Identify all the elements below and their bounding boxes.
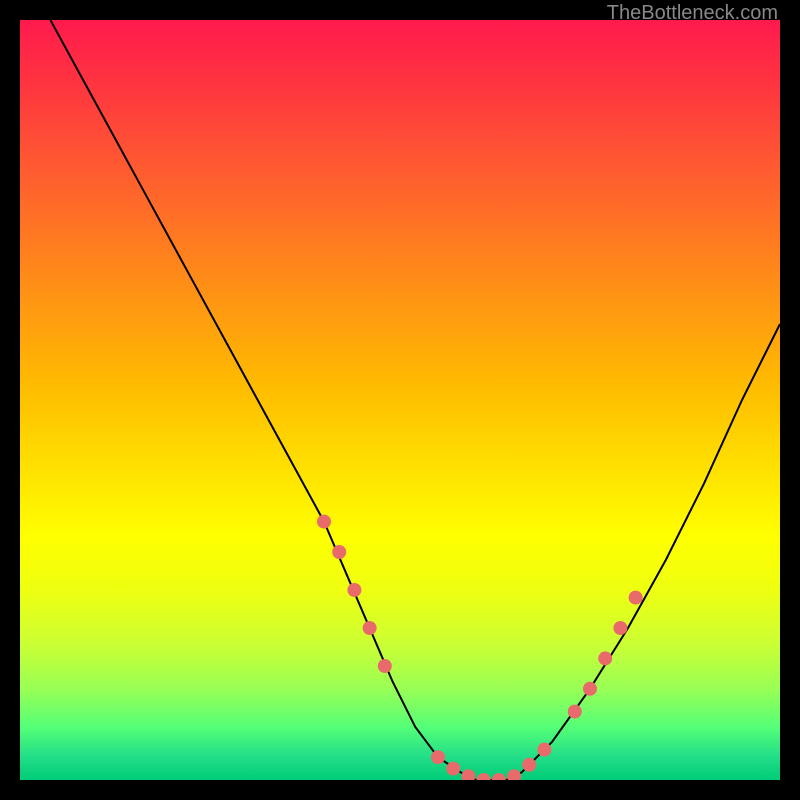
highlight-dot <box>317 515 331 529</box>
watermark-text: TheBottleneck.com <box>607 2 778 25</box>
highlight-dot <box>477 773 491 780</box>
highlight-dot <box>446 762 460 776</box>
highlight-dots <box>317 515 643 780</box>
highlight-dot <box>363 621 377 635</box>
highlight-dot <box>347 583 361 597</box>
highlight-dot <box>583 682 597 696</box>
highlight-dot <box>461 769 475 780</box>
highlight-dot <box>332 545 346 559</box>
highlight-dot <box>568 705 582 719</box>
highlight-dot <box>629 591 643 605</box>
highlight-dot <box>598 651 612 665</box>
highlight-dot <box>378 659 392 673</box>
highlight-dot <box>537 743 551 757</box>
bottleneck-curve <box>50 20 780 780</box>
highlight-dot <box>431 750 445 764</box>
highlight-dot <box>522 758 536 772</box>
highlight-dot <box>507 769 521 780</box>
highlight-dot <box>613 621 627 635</box>
highlight-dot <box>492 773 506 780</box>
chart-container: TheBottleneck.com <box>0 0 800 800</box>
plot-area <box>20 20 780 780</box>
chart-svg <box>20 20 780 780</box>
